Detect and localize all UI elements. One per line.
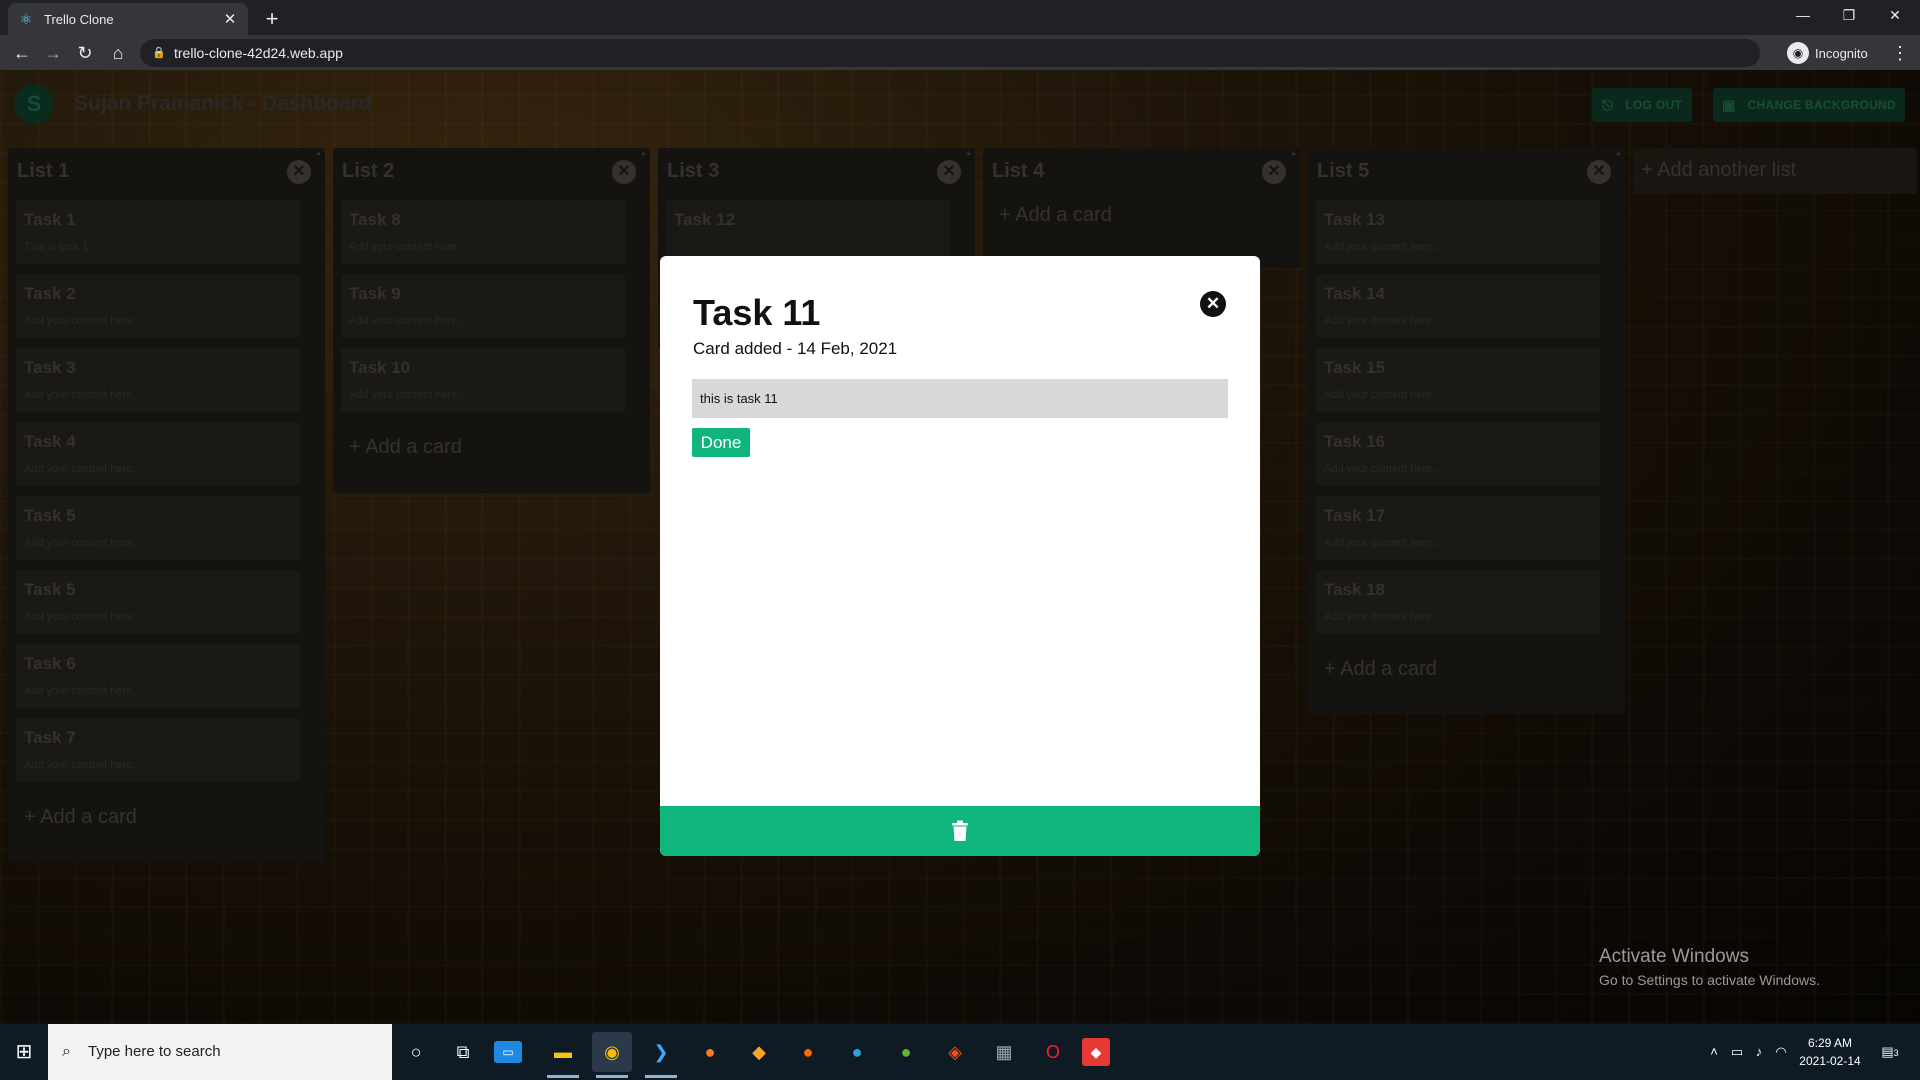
taskbar-clock[interactable]: 6:29 AM 2021-02-14 xyxy=(1790,1034,1870,1070)
windows-taskbar: ⊞ ⌕ Type here to search ○ ⧉ ▭ ▬ ◉ ❯ ● ◆ … xyxy=(0,1024,1920,1080)
watermark-line-1: Activate Windows xyxy=(1599,946,1749,967)
tab-close-icon[interactable]: ✕ xyxy=(222,10,238,28)
battery-icon[interactable]: ▭ xyxy=(1728,1024,1746,1080)
opera-icon[interactable]: O xyxy=(1033,1032,1073,1072)
tray-chevron-icon[interactable]: ˄ xyxy=(1706,1024,1722,1080)
card-detail-modal: Task 11 ✕ Card added - 14 Feb, 2021 Done xyxy=(660,256,1260,856)
firefox-icon[interactable]: ● xyxy=(788,1032,828,1072)
incognito-badge[interactable]: ◉ Incognito xyxy=(1787,39,1868,67)
incognito-label: Incognito xyxy=(1815,45,1868,61)
trash-icon xyxy=(952,820,968,841)
card-description-input[interactable] xyxy=(692,379,1228,418)
incognito-icon: ◉ xyxy=(1787,42,1809,64)
telegram-icon[interactable]: ● xyxy=(837,1032,877,1072)
utorrent-icon[interactable]: ● xyxy=(886,1032,926,1072)
anydesk-icon[interactable]: ◆ xyxy=(1082,1038,1110,1066)
app-icon-1[interactable]: ▭ xyxy=(494,1041,522,1063)
address-bar[interactable]: 🔒 trello-clone-42d24.web.app xyxy=(140,39,1760,67)
lock-icon: 🔒 xyxy=(152,47,166,59)
windows-start-icon[interactable]: ⊞ xyxy=(0,1024,48,1080)
browser-tab[interactable]: ⚛ Trello Clone ✕ xyxy=(8,3,248,35)
volume-icon[interactable]: ♪ xyxy=(1750,1024,1768,1080)
modal-subtitle: Card added - 14 Feb, 2021 xyxy=(693,339,898,358)
browser-tab-bar: ⚛ Trello Clone ✕ + — ❐ ✕ xyxy=(0,0,1920,35)
wifi-icon[interactable]: ◠ xyxy=(1772,1024,1790,1080)
react-favicon-icon: ⚛ xyxy=(19,11,33,27)
calculator-icon[interactable]: ▦ xyxy=(984,1032,1024,1072)
watermark-line-2: Go to Settings to activate Windows. xyxy=(1599,972,1820,988)
clock-date: 2021-02-14 xyxy=(1799,1054,1861,1068)
modal-close-icon[interactable]: ✕ xyxy=(1200,291,1226,317)
notification-count: 3 xyxy=(1893,1048,1899,1058)
notification-center-icon[interactable]: ▤3 xyxy=(1876,1024,1904,1080)
done-button[interactable]: Done xyxy=(692,428,750,457)
activate-windows-watermark: Activate Windows Go to Settings to activ… xyxy=(1599,946,1820,988)
chrome-icon[interactable]: ◉ xyxy=(592,1032,632,1078)
postman-icon[interactable]: ● xyxy=(690,1032,730,1072)
taskbar-search-box[interactable]: ⌕ Type here to search xyxy=(48,1024,392,1080)
browser-toolbar: ← → ↻ ⌂ 🔒 trello-clone-42d24.web.app ⊘ ☆… xyxy=(0,35,1920,97)
app-viewport: S Sujan Pramanick - Dashboard ⎋ LOG OUT … xyxy=(0,70,1920,1024)
url-text: trello-clone-42d24.web.app xyxy=(174,45,343,61)
window-close-button[interactable]: ✕ xyxy=(1872,0,1918,30)
forward-arrow-icon[interactable]: → xyxy=(38,38,68,68)
figma-icon[interactable]: ◈ xyxy=(935,1032,975,1072)
delete-card-button[interactable] xyxy=(660,806,1260,856)
restore-button[interactable]: ❐ xyxy=(1826,0,1872,30)
task-view-icon[interactable]: ⧉ xyxy=(443,1032,483,1072)
file-explorer-icon[interactable]: ▬ xyxy=(543,1032,583,1078)
cortana-icon[interactable]: ○ xyxy=(396,1032,436,1072)
tab-title: Trello Clone xyxy=(44,11,114,27)
vscode-icon[interactable]: ❯ xyxy=(641,1032,681,1078)
browser-menu-icon[interactable]: ⋮ xyxy=(1890,38,1910,68)
modal-title: Task 11 xyxy=(693,292,821,333)
back-arrow-icon[interactable]: ← xyxy=(7,38,37,68)
search-icon: ⌕ xyxy=(62,1043,71,1060)
minimize-button[interactable]: — xyxy=(1780,0,1826,30)
home-icon[interactable]: ⌂ xyxy=(103,38,133,68)
clock-time: 6:29 AM xyxy=(1807,1036,1853,1050)
new-tab-button[interactable]: + xyxy=(258,5,286,33)
git-icon[interactable]: ◆ xyxy=(739,1032,779,1072)
reload-icon[interactable]: ↻ xyxy=(70,38,100,68)
search-placeholder: Type here to search xyxy=(88,1043,221,1060)
